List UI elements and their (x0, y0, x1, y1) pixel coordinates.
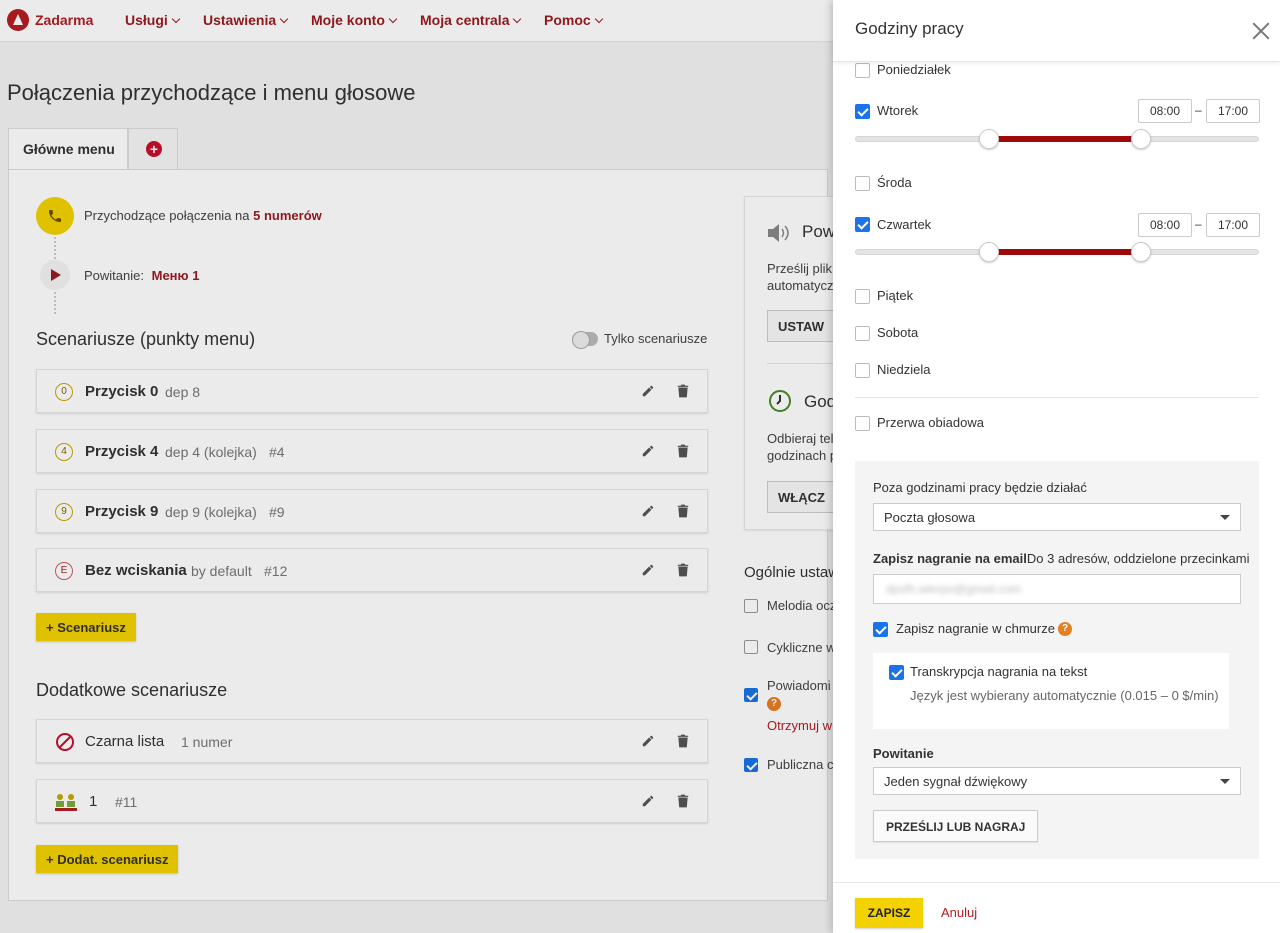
cloud-save-label: Zapisz nagranie w chmurze (896, 621, 1055, 636)
day-checkbox-sunday[interactable] (855, 363, 870, 378)
slider-handle-from[interactable] (978, 242, 999, 262)
cancel-link[interactable]: Anuluj (941, 905, 977, 920)
day-checkbox-monday[interactable] (855, 63, 870, 78)
drawer-header: Godziny pracy (833, 0, 1280, 62)
day-checkbox-tuesday[interactable] (855, 104, 870, 119)
day-label: Wtorek (877, 103, 919, 118)
after-hours-label: Poza godzinami pracy będzie działać (873, 480, 1087, 495)
cloud-save-checkbox[interactable] (873, 622, 888, 637)
day-checkbox-thursday[interactable] (855, 217, 870, 232)
email-hint: Do 3 adresów, oddzielone przecinkami (1026, 551, 1250, 566)
slider-range-fill (988, 136, 1142, 142)
greeting-value: Jeden sygnał dźwiękowy (884, 774, 1028, 789)
greeting-select[interactable]: Jeden sygnał dźwiękowy (873, 767, 1241, 795)
slider-handle-to[interactable] (1131, 129, 1152, 149)
day-label: Czwartek (877, 217, 932, 232)
divider (855, 397, 1259, 398)
help-icon[interactable]: ? (1058, 622, 1072, 636)
lunch-break-label: Przerwa obiadowa (877, 415, 984, 430)
time-separator: – (1195, 217, 1202, 231)
time-range-slider[interactable] (855, 129, 1259, 149)
after-hours-value: Poczta głosowa (884, 510, 976, 525)
slider-range-fill (988, 249, 1142, 255)
drawer-footer: ZAPISZ Anuluj (833, 882, 1280, 933)
email-value: dpsfh.wlerpo@gmail.com (886, 582, 1021, 596)
day-label: Sobota (877, 325, 919, 340)
email-label-text: Zapisz nagranie na email (873, 551, 1027, 566)
greeting-label: Powitanie (873, 746, 934, 761)
email-label: Zapisz nagranie na emailDo 3 adresów, od… (873, 551, 1249, 566)
day-label: Piątek (877, 288, 914, 303)
slider-handle-from[interactable] (978, 129, 999, 149)
time-range-slider[interactable] (855, 242, 1259, 262)
close-icon[interactable] (1252, 22, 1270, 40)
transcription-sub: Język jest wybierany automatycznie (0.01… (910, 688, 1219, 703)
day-label: Niedziela (877, 362, 931, 377)
after-hours-select[interactable]: Poczta głosowa (873, 503, 1241, 531)
time-to-input[interactable]: 17:00 (1206, 99, 1260, 123)
upload-or-record-button[interactable]: PRZEŚLIJ LUB NAGRAJ (873, 810, 1039, 842)
transcription-label: Transkrypcja nagrania na tekst (910, 664, 1088, 679)
time-separator: – (1195, 103, 1202, 117)
working-hours-drawer: Poniedziałek Wtorek 08:00 – 17:00 Środa … (833, 0, 1280, 933)
drawer-title: Godziny pracy (855, 19, 964, 38)
email-field[interactable]: dpsfh.wlerpo@gmail.com (873, 574, 1241, 604)
time-to-input[interactable]: 17:00 (1206, 213, 1260, 237)
transcription-checkbox[interactable] (889, 665, 904, 680)
day-checkbox-friday[interactable] (855, 289, 870, 304)
time-from-input[interactable]: 08:00 (1138, 213, 1192, 237)
save-button[interactable]: ZAPISZ (855, 898, 923, 928)
day-label: Poniedziałek (877, 62, 951, 77)
transcription-box: Transkrypcja nagrania na tekst Język jes… (873, 653, 1229, 729)
day-label: Środa (877, 175, 912, 190)
lunch-break-checkbox[interactable] (855, 416, 870, 431)
time-from-input[interactable]: 08:00 (1138, 99, 1192, 123)
day-checkbox-wednesday[interactable] (855, 176, 870, 191)
day-checkbox-saturday[interactable] (855, 326, 870, 341)
slider-handle-to[interactable] (1131, 242, 1152, 262)
after-hours-settings: Poza godzinami pracy będzie działać Pocz… (855, 461, 1259, 859)
